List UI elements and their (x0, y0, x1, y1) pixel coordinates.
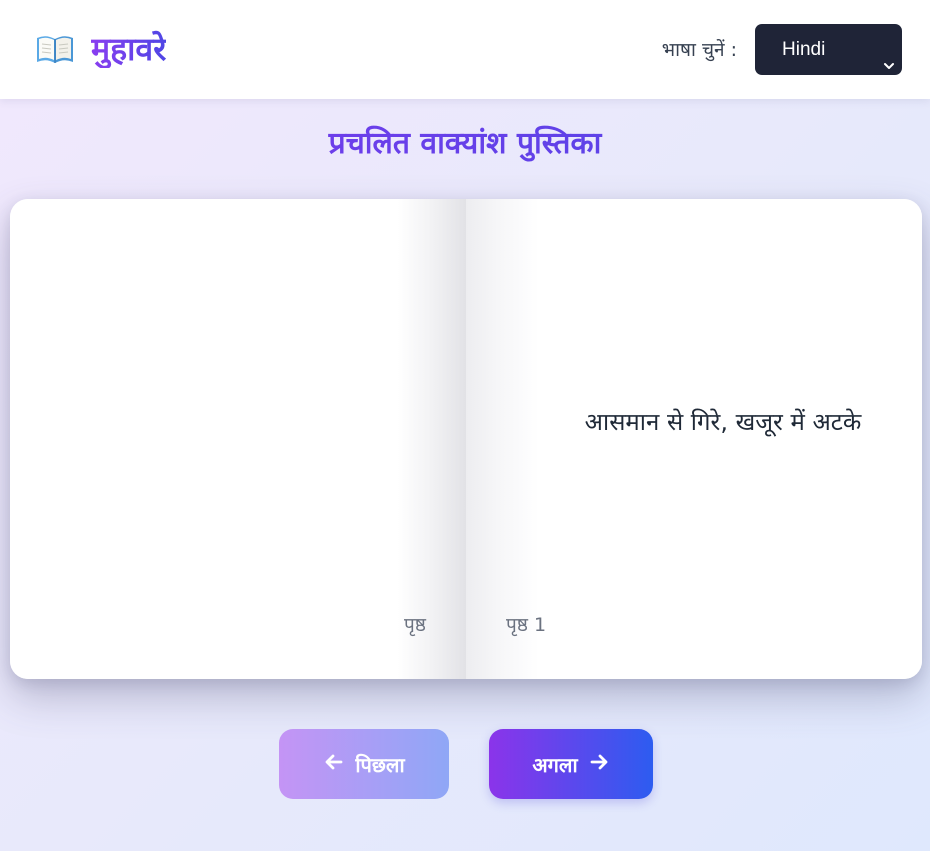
arrow-right-icon (578, 751, 610, 778)
previous-button-label: पिछला (355, 752, 405, 777)
left-page: पृष्ठ (10, 199, 466, 679)
next-button[interactable]: अगला (489, 729, 653, 799)
app-title: मुहावरे (91, 30, 167, 68)
page-subtitle: प्रचलित वाक्यांश पुस्तिका (0, 123, 930, 165)
chevron-down-icon (882, 42, 896, 69)
right-page: आसमान से गिरे, खजूर में अटके पृष्ठ 1 (466, 199, 922, 679)
idiom-text: आसमान से गिरे, खजूर में अटके (584, 408, 862, 436)
app-logo[interactable]: मुहावरे (35, 30, 166, 68)
next-button-label: अगला (532, 752, 578, 777)
right-page-number: पृष्ठ 1 (506, 614, 547, 636)
flip-book: पृष्ठ आसमान से गिरे, खजूर में अटके पृष्ठ… (10, 199, 922, 679)
open-book-icon (35, 32, 75, 66)
left-page-number: पृष्ठ (404, 614, 426, 636)
language-label: भाषा चुनें : (661, 39, 737, 61)
language-select[interactable]: Hindi (755, 24, 902, 75)
arrow-left-icon (323, 751, 355, 778)
previous-button[interactable]: पिछला (279, 729, 449, 799)
language-select-value: Hindi (782, 39, 826, 60)
top-header: मुहावरे भाषा चुनें : Hindi (0, 0, 930, 99)
